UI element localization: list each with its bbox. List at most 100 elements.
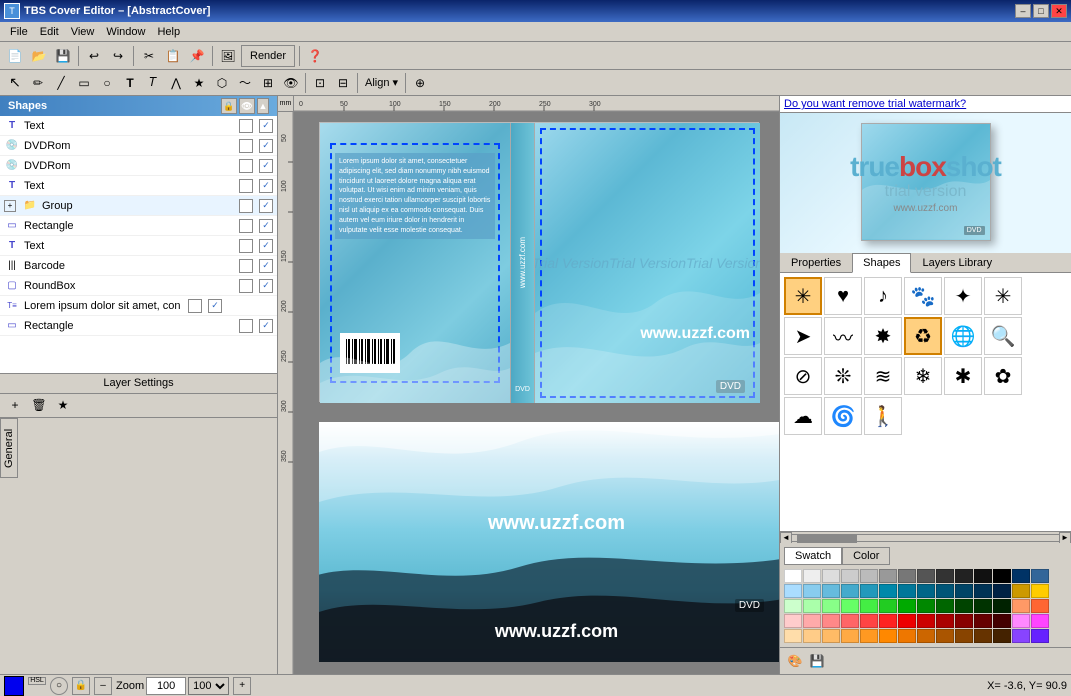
tb-extra2[interactable]: ⊟ [332, 72, 354, 94]
color-picker-btn[interactable]: 🎨 [784, 650, 806, 672]
shape-item-dvdrom-1[interactable]: 💿 DVDRom [0, 136, 277, 156]
color-swatch-item[interactable] [841, 584, 859, 598]
color-swatch-item[interactable] [993, 614, 1011, 628]
shape-globe[interactable]: 🌐 [944, 317, 982, 355]
color-swatch-item[interactable] [1031, 569, 1049, 583]
color-swatch-item[interactable] [936, 599, 954, 613]
shape-check-10[interactable] [188, 299, 202, 313]
tab-layers-library[interactable]: Layers Library [911, 253, 1003, 272]
shape-item-text-3[interactable]: T Text [0, 236, 277, 256]
shape-snowflake[interactable]: ❄ [904, 357, 942, 395]
minimize-button[interactable]: – [1015, 4, 1031, 18]
color-swatch-item[interactable] [1012, 629, 1030, 643]
zoom-out-btn[interactable]: – [94, 677, 112, 695]
color-swatch-item[interactable] [841, 629, 859, 643]
menu-edit[interactable]: Edit [34, 24, 65, 40]
foreground-color[interactable] [4, 676, 24, 696]
color-swatch-item[interactable] [898, 599, 916, 613]
color-swatch-item[interactable] [803, 584, 821, 598]
text-tool[interactable]: T [119, 72, 141, 94]
menu-file[interactable]: File [4, 24, 34, 40]
color-swatch-item[interactable] [1012, 584, 1030, 598]
tab-properties[interactable]: Properties [780, 253, 852, 272]
color-swatch-item[interactable] [955, 614, 973, 628]
color-swatch-item[interactable] [936, 584, 954, 598]
color-swatch-item[interactable] [879, 614, 897, 628]
pencil-tool[interactable]: ✏ [27, 72, 49, 94]
shape-heart[interactable]: ♥ [824, 277, 862, 315]
new-button[interactable]: 📄 [4, 45, 26, 67]
swatch-tab-color[interactable]: Color [842, 547, 890, 565]
undo-button[interactable]: ↩ [83, 45, 105, 67]
color-swatch-item[interactable] [860, 569, 878, 583]
color-swatch-item[interactable] [898, 584, 916, 598]
shape-eye-9[interactable] [259, 279, 273, 293]
shape-item-barcode[interactable]: ||| Barcode [0, 256, 277, 276]
eye-toggle-icon[interactable]: 👁 [239, 98, 255, 114]
color-swatch-item[interactable] [803, 569, 821, 583]
shape-search[interactable]: 🔍 [984, 317, 1022, 355]
color-swatch-item[interactable] [1012, 599, 1030, 613]
shape-eye-4[interactable] [259, 179, 273, 193]
render-button[interactable]: Render [241, 45, 295, 67]
color-swatch-item[interactable] [879, 584, 897, 598]
color-swatch-item[interactable] [1012, 614, 1030, 628]
shape-check-11[interactable] [239, 319, 253, 333]
color-swatch-item[interactable] [898, 629, 916, 643]
color-swatch-item[interactable] [822, 584, 840, 598]
open-button[interactable]: 📂 [28, 45, 50, 67]
shape-no[interactable]: ⊘ [784, 357, 822, 395]
shape-item-dvdrom-2[interactable]: 💿 DVDRom [0, 156, 277, 176]
shape-arrow[interactable]: ➤ [784, 317, 822, 355]
shape-recycle[interactable]: ♻ [904, 317, 942, 355]
shape-eye-10[interactable] [208, 299, 222, 313]
collapse-icon[interactable]: ▲ [257, 98, 269, 114]
color-swatch-item[interactable] [879, 629, 897, 643]
shape-item-lorem[interactable]: T≡ Lorem ipsum dolor sit amet, con [0, 296, 277, 316]
shape-check-8[interactable] [239, 259, 253, 273]
color-swatch-item[interactable] [974, 599, 992, 613]
copy-button[interactable]: 📋 [162, 45, 184, 67]
color-swatch-item[interactable] [1012, 569, 1030, 583]
shape-wave[interactable]: 〰 [824, 317, 862, 355]
swatch-tab-swatch[interactable]: Swatch [784, 547, 842, 565]
color-swatch-item[interactable] [974, 614, 992, 628]
shape-eye-8[interactable] [259, 259, 273, 273]
shape-eye-3[interactable] [259, 159, 273, 173]
shape-item-text-1[interactable]: T Text [0, 116, 277, 136]
shape-starburst[interactable]: ✸ [864, 317, 902, 355]
color-swatch-item[interactable] [860, 629, 878, 643]
layer-add-btn[interactable]: + [4, 394, 26, 416]
color-swatch-item[interactable] [841, 599, 859, 613]
color-swatch-item[interactable] [841, 569, 859, 583]
shape-spiral[interactable]: 🌀 [824, 397, 862, 435]
shape-cloud[interactable]: ☁ [784, 397, 822, 435]
path-tool[interactable]: ⋀ [165, 72, 187, 94]
color-swatch-item[interactable] [1031, 614, 1049, 628]
grid-scrolltrack-h[interactable] [792, 534, 1059, 542]
redo-button[interactable]: ↪ [107, 45, 129, 67]
scroll-left-btn[interactable]: ◄ [780, 532, 792, 544]
color-swatch-item[interactable] [1031, 584, 1049, 598]
shape-check-6[interactable] [239, 219, 253, 233]
color-swatch-item[interactable] [936, 614, 954, 628]
color-swatch-item[interactable] [955, 629, 973, 643]
maximize-button[interactable]: □ [1033, 4, 1049, 18]
shape-item-text-2[interactable]: T Text [0, 176, 277, 196]
color-swatch-item[interactable] [974, 569, 992, 583]
color-swatch-item[interactable] [803, 614, 821, 628]
shape-eye-7[interactable] [259, 239, 273, 253]
color-swatch-item[interactable] [917, 584, 935, 598]
color-swatch-item[interactable] [993, 629, 1011, 643]
shape-item-roundbox[interactable]: ▢ RoundBox [0, 276, 277, 296]
shape-eye-5[interactable] [259, 199, 273, 213]
shape-check-3[interactable] [239, 159, 253, 173]
color-swatch-item[interactable] [803, 629, 821, 643]
color-swatch-item[interactable] [860, 584, 878, 598]
color-swatch-item[interactable] [784, 629, 802, 643]
save-button[interactable]: 💾 [52, 45, 74, 67]
color-swatch-item[interactable] [974, 584, 992, 598]
shape-check-9[interactable] [239, 279, 253, 293]
color-swatch-item[interactable] [822, 599, 840, 613]
shape-eye-11[interactable] [259, 319, 273, 333]
